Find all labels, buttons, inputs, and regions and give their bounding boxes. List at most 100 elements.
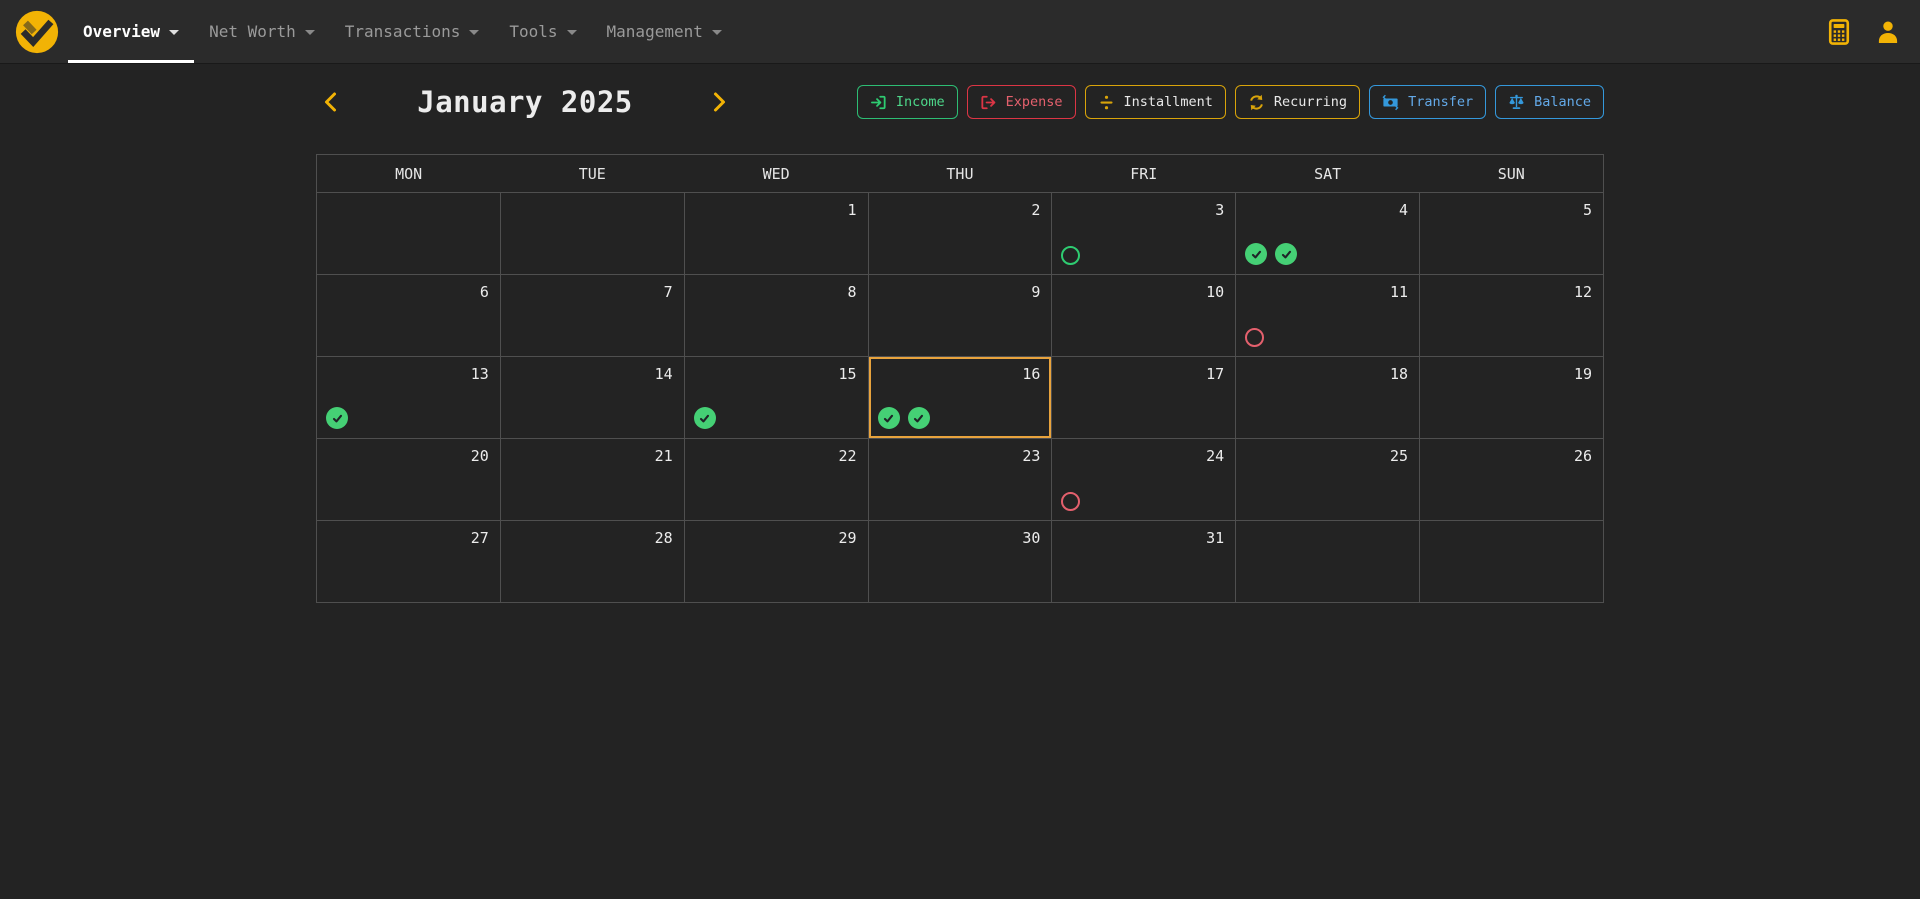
day-number: 24 [1206, 447, 1224, 465]
legend-button-transfer[interactable]: Transfer [1369, 85, 1486, 119]
weekday-header-thu: THU [868, 155, 1052, 193]
nav-item-label: Transactions [345, 22, 461, 41]
day-cell-13[interactable]: 13 [317, 357, 501, 439]
day-number: 30 [1022, 529, 1040, 547]
day-cell-21[interactable]: 21 [500, 439, 684, 521]
divide-icon [1098, 94, 1115, 111]
day-number: 29 [838, 529, 856, 547]
main-nav: Overview Net Worth Transactions Tools Manage… [68, 0, 737, 63]
day-number: 3 [1215, 201, 1224, 219]
calendar-week-row: 678 9 10 11 12 [317, 275, 1604, 357]
nav-item-label: Net Worth [209, 22, 296, 41]
day-number: 9 [1031, 283, 1040, 301]
day-markers [1245, 328, 1264, 347]
weekday-header-wed: WED [684, 155, 868, 193]
day-cell-17[interactable]: 17 [1052, 357, 1236, 439]
nav-item-label: Management [607, 22, 703, 41]
day-cell-12[interactable]: 12 [1420, 275, 1604, 357]
day-cell-19[interactable]: 19 [1420, 357, 1604, 439]
day-number: 13 [471, 365, 489, 383]
day-cell-28[interactable]: 28 [500, 521, 684, 603]
nav-item-transactions[interactable]: Transactions [330, 0, 495, 63]
day-number: 25 [1390, 447, 1408, 465]
day-number: 17 [1206, 365, 1224, 383]
day-cell-4[interactable]: 4 [1236, 193, 1420, 275]
day-cell-15[interactable]: 15 [684, 357, 868, 439]
legend-button-expense[interactable]: Expense [967, 85, 1076, 119]
legend-button-installment[interactable]: Installment [1085, 85, 1226, 119]
nav-item-overview[interactable]: Overview [68, 0, 194, 63]
day-number: 31 [1206, 529, 1224, 547]
day-cell-11[interactable]: 11 [1236, 275, 1420, 357]
next-month-button[interactable] [705, 89, 734, 115]
day-cell-1[interactable]: 1 [684, 193, 868, 275]
prev-month-button[interactable] [316, 89, 345, 115]
day-cell-6[interactable]: 6 [317, 275, 501, 357]
weekday-header-sun: SUN [1420, 155, 1604, 193]
day-cell-8[interactable]: 8 [684, 275, 868, 357]
day-cell-25[interactable]: 25 [1236, 439, 1420, 521]
calendar-week-row: 27 28 29 30 31 [317, 521, 1604, 603]
day-cell-26[interactable]: 26 [1420, 439, 1604, 521]
day-markers [1245, 243, 1297, 265]
calendar-table: MONTUEWEDTHUFRISATSUN 123456789101112131… [316, 154, 1604, 603]
month-title: January 2025 [417, 85, 633, 119]
day-cell-30[interactable]: 30 [868, 521, 1052, 603]
day-number: 4 [1399, 201, 1408, 219]
legend-label: Recurring [1274, 94, 1347, 110]
day-cell-3[interactable]: 3 [1052, 193, 1236, 275]
chevron-down-icon [567, 30, 577, 35]
day-cell-14[interactable]: 14 [500, 357, 684, 439]
calculator-icon[interactable] [1826, 19, 1852, 45]
day-number: 20 [471, 447, 489, 465]
day-number: 22 [838, 447, 856, 465]
day-cell-27[interactable]: 27 [317, 521, 501, 603]
day-cell-29[interactable]: 29 [684, 521, 868, 603]
day-cell-23[interactable]: 23 [868, 439, 1052, 521]
day-number: 12 [1574, 283, 1592, 301]
nav-item-net-worth[interactable]: Net Worth [194, 0, 330, 63]
wallet-logo-icon[interactable] [14, 9, 60, 55]
nav-item-tools[interactable]: Tools [494, 0, 591, 63]
day-number: 18 [1390, 365, 1408, 383]
day-cell-7[interactable]: 7 [500, 275, 684, 357]
day-number: 10 [1206, 283, 1224, 301]
scales-icon [1508, 94, 1525, 111]
day-number: 28 [655, 529, 673, 547]
day-markers [326, 407, 348, 429]
day-cell-9[interactable]: 9 [868, 275, 1052, 357]
day-cell-18[interactable]: 18 [1236, 357, 1420, 439]
legend-label: Installment [1124, 94, 1213, 110]
top-navbar: Overview Net Worth Transactions Tools Manage… [0, 0, 1920, 64]
legend-button-balance[interactable]: Balance [1495, 85, 1604, 119]
day-cell-24[interactable]: 24 [1052, 439, 1236, 521]
chevron-down-icon [469, 30, 479, 35]
calendar-week-row: 12 3 45 [317, 193, 1604, 275]
day-cell-22[interactable]: 22 [684, 439, 868, 521]
day-cell-16[interactable]: 16 [868, 357, 1052, 439]
day-number: 16 [1022, 365, 1040, 383]
user-icon[interactable] [1875, 19, 1901, 45]
paid-check-icon [1275, 243, 1297, 265]
day-cell-2[interactable]: 2 [868, 193, 1052, 275]
nav-item-management[interactable]: Management [592, 0, 737, 63]
day-number: 1 [848, 201, 857, 219]
day-number: 15 [838, 365, 856, 383]
legend-button-income[interactable]: Income [857, 85, 958, 119]
nav-item-label: Overview [83, 22, 160, 41]
arrow-repeat-icon [1248, 94, 1265, 111]
chevron-down-icon [712, 30, 722, 35]
weekday-header-mon: MON [317, 155, 501, 193]
day-number: 14 [655, 365, 673, 383]
day-cell-20[interactable]: 20 [317, 439, 501, 521]
chevron-down-icon [169, 30, 179, 35]
weekday-header-fri: FRI [1052, 155, 1236, 193]
calendar-week-row: 13 14 15 16 17 18 19 [317, 357, 1604, 439]
legend-button-recurring[interactable]: Recurring [1235, 85, 1360, 119]
day-cell-31[interactable]: 31 [1052, 521, 1236, 603]
paid-check-icon [908, 407, 930, 429]
legend-label: Balance [1534, 94, 1591, 110]
legend-label: Income [896, 94, 945, 110]
day-cell-5[interactable]: 5 [1420, 193, 1604, 275]
day-cell-10[interactable]: 10 [1052, 275, 1236, 357]
